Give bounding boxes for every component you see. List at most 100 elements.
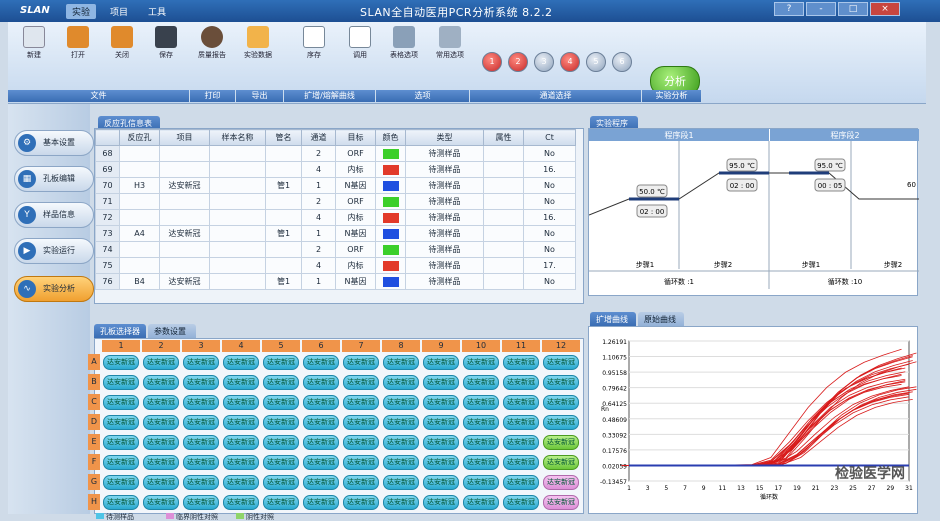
plate-well-G3[interactable]: 达安新冠 [183,475,219,490]
channel-4-button[interactable]: 4 [560,52,580,72]
close-button[interactable]: × [870,2,900,16]
maximize-button[interactable]: □ [838,2,868,16]
plate-well-A1[interactable]: 达安新冠 [103,355,139,370]
column-header[interactable]: 类型 [405,129,484,146]
plate-well-B9[interactable]: 达安新冠 [423,375,459,390]
column-header[interactable]: 通道 [301,129,336,146]
plate-well-G7[interactable]: 达安新冠 [343,475,379,490]
channel-5-button[interactable]: 5 [586,52,606,72]
plate-well-E1[interactable]: 达安新冠 [103,435,139,450]
plate-well-D1[interactable]: 达安新冠 [103,415,139,430]
common-options-button[interactable]: 常用选项 [432,26,468,60]
plate-well-F6[interactable]: 达安新冠 [303,455,339,470]
plate-well-H8[interactable]: 达安新冠 [383,495,419,510]
plate-well-B11[interactable]: 达安新冠 [503,375,539,390]
plate-well-G9[interactable]: 达安新冠 [423,475,459,490]
experiment-data-button[interactable]: 实验数据 [240,26,276,60]
group-curve[interactable]: 扩增/熔解曲线 [284,90,376,102]
menu-tools[interactable]: 工具 [142,4,172,19]
help-button[interactable]: ? [774,2,804,16]
plate-column-header[interactable]: 5 [262,340,300,352]
plate-well-A5[interactable]: 达安新冠 [263,355,299,370]
plate-well-A10[interactable]: 达安新冠 [463,355,499,370]
column-header[interactable]: 样本名称 [209,129,266,146]
table-row[interactable]: 68 2 ORF 待测样品 No [95,145,576,162]
plate-column-header[interactable]: 11 [502,340,540,352]
plate-well-F10[interactable]: 达安新冠 [463,455,499,470]
plate-well-C3[interactable]: 达安新冠 [183,395,219,410]
plate-well-B2[interactable]: 达安新冠 [143,375,179,390]
plate-well-D2[interactable]: 达安新冠 [143,415,179,430]
channel-1-button[interactable]: 1 [482,52,502,72]
table-row[interactable]: 73 A4 达安新冠 管1 1 N基因 待测样品 No [95,225,576,242]
plate-well-C4[interactable]: 达安新冠 [223,395,259,410]
plate-row-header[interactable]: D [88,414,100,430]
plate-column-header[interactable]: 10 [462,340,500,352]
column-header[interactable]: 项目 [159,129,210,146]
group-export[interactable]: 导出 [236,90,284,102]
plate-well-C12[interactable]: 达安新冠 [543,395,579,410]
plate-well-G8[interactable]: 达安新冠 [383,475,419,490]
plate-well-D11[interactable]: 达安新冠 [503,415,539,430]
plate-well-F7[interactable]: 达安新冠 [343,455,379,470]
plate-well-C9[interactable]: 达安新冠 [423,395,459,410]
group-analysis[interactable]: 实验分析 [642,90,702,102]
sidebar-item-run[interactable]: ▶ 实验运行 [14,238,94,264]
open-button[interactable]: 打开 [60,26,96,60]
plate-well-A3[interactable]: 达安新冠 [183,355,219,370]
plate-well-C7[interactable]: 达安新冠 [343,395,379,410]
plate-well-G5[interactable]: 达安新冠 [263,475,299,490]
plate-well-A9[interactable]: 达安新冠 [423,355,459,370]
plate-well-H11[interactable]: 达安新冠 [503,495,539,510]
plate-well-B5[interactable]: 达安新冠 [263,375,299,390]
plate-well-E2[interactable]: 达安新冠 [143,435,179,450]
plate-well-D10[interactable]: 达安新冠 [463,415,499,430]
plate-row-header[interactable]: A [88,354,100,370]
plate-well-C1[interactable]: 达安新冠 [103,395,139,410]
plate-well-E12[interactable]: 达安新冠 [543,435,579,450]
plate-well-A7[interactable]: 达安新冠 [343,355,379,370]
plate-well-C8[interactable]: 达安新冠 [383,395,419,410]
plate-well-D12[interactable]: 达安新冠 [543,415,579,430]
plate-well-F3[interactable]: 达安新冠 [183,455,219,470]
menu-project[interactable]: 项目 [104,4,134,19]
plate-column-header[interactable]: 8 [382,340,420,352]
plate-well-B7[interactable]: 达安新冠 [343,375,379,390]
plate-column-header[interactable]: 9 [422,340,460,352]
plate-well-C5[interactable]: 达安新冠 [263,395,299,410]
close-file-button[interactable]: 关闭 [104,26,140,60]
plate-well-G6[interactable]: 达安新冠 [303,475,339,490]
plate-row-header[interactable]: E [88,434,100,450]
plate-well-F4[interactable]: 达安新冠 [223,455,259,470]
plate-well-D5[interactable]: 达安新冠 [263,415,299,430]
plate-well-F5[interactable]: 达安新冠 [263,455,299,470]
plate-well-F8[interactable]: 达安新冠 [383,455,419,470]
column-header[interactable]: 管名 [265,129,302,146]
table-options-button[interactable]: 表格选项 [386,26,422,60]
sidebar-item-sample-info[interactable]: Y 样品信息 [14,202,94,228]
plate-well-H10[interactable]: 达安新冠 [463,495,499,510]
plate-well-B1[interactable]: 达安新冠 [103,375,139,390]
column-header[interactable]: 目标 [335,129,376,146]
column-header[interactable]: 反应孔 [119,129,160,146]
plate-well-C6[interactable]: 达安新冠 [303,395,339,410]
plate-well-A4[interactable]: 达安新冠 [223,355,259,370]
plate-well-A6[interactable]: 达安新冠 [303,355,339,370]
plate-well-F2[interactable]: 达安新冠 [143,455,179,470]
plate-well-H9[interactable]: 达安新冠 [423,495,459,510]
plate-well-G1[interactable]: 达安新冠 [103,475,139,490]
plate-well-H1[interactable]: 达安新冠 [103,495,139,510]
sidebar-item-basic-settings[interactable]: ⚙ 基本设置 [14,130,94,156]
new-button[interactable]: 新建 [16,26,52,60]
plate-well-A12[interactable]: 达安新冠 [543,355,579,370]
tab-parameters[interactable]: 参数设置 [148,324,196,338]
plate-well-B6[interactable]: 达安新冠 [303,375,339,390]
plate-well-H3[interactable]: 达安新冠 [183,495,219,510]
plate-well-H12[interactable]: 达安新冠 [543,495,579,510]
plate-well-E6[interactable]: 达安新冠 [303,435,339,450]
load-curve-button[interactable]: 调用 [342,26,378,60]
table-row[interactable]: 70 H3 达安新冠 管1 1 N基因 待测样品 No [95,177,576,194]
plate-well-A11[interactable]: 达安新冠 [503,355,539,370]
plate-well-E10[interactable]: 达安新冠 [463,435,499,450]
plate-well-F9[interactable]: 达安新冠 [423,455,459,470]
